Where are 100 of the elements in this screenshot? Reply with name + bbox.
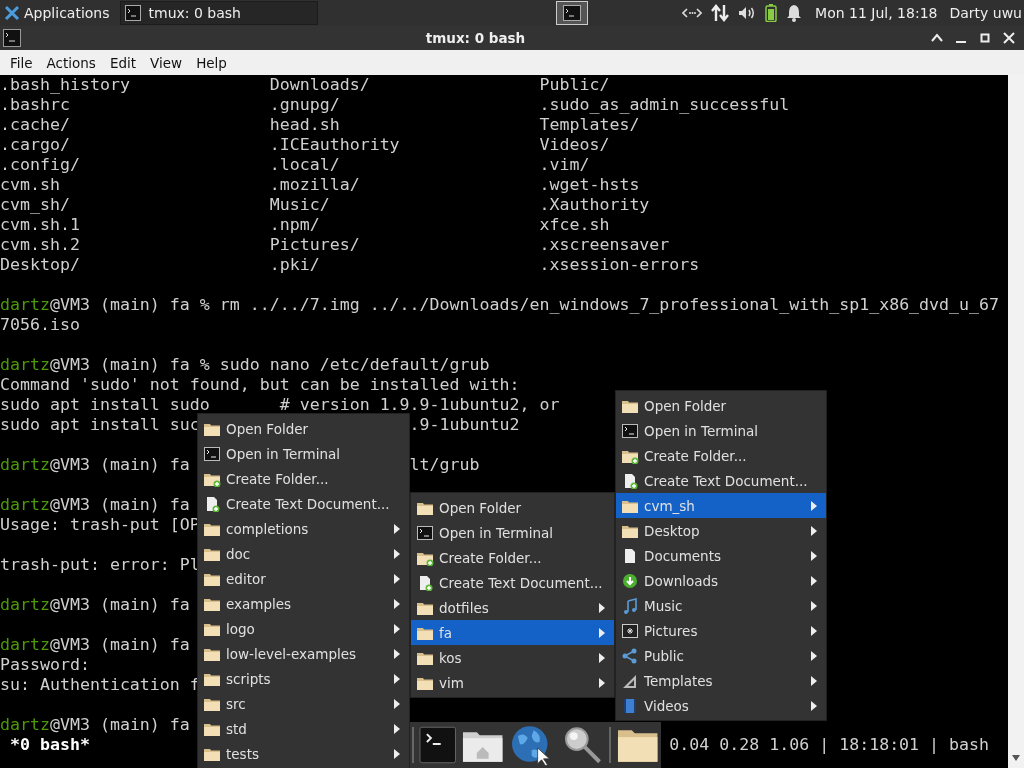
menu-item[interactable]: scripts bbox=[198, 666, 409, 691]
battery-icon[interactable] bbox=[765, 4, 778, 22]
file-name: Public/ bbox=[539, 75, 610, 95]
menu-item[interactable]: Create Text Document... bbox=[198, 491, 409, 516]
terminal-line: 7056.iso bbox=[0, 315, 80, 335]
volume-icon[interactable] bbox=[738, 5, 757, 21]
menu-item[interactable]: doc bbox=[198, 541, 409, 566]
menu-item[interactable]: Edit bbox=[103, 54, 143, 71]
user-name[interactable]: Darty uwu bbox=[949, 5, 1022, 21]
menu-item[interactable]: Open in Terminal bbox=[411, 520, 614, 545]
tmux-status: 0.04 0.28 1.06 | 18:18:01 | bash bbox=[669, 735, 990, 755]
menu-item[interactable]: Public bbox=[616, 643, 826, 668]
scrollbar[interactable] bbox=[1008, 75, 1024, 768]
file-name: .Xauthority bbox=[539, 195, 650, 215]
file-name: .bashrc bbox=[0, 95, 70, 115]
terminal-icon bbox=[562, 5, 581, 21]
maximize-button[interactable] bbox=[978, 31, 992, 45]
menu-item[interactable]: tests bbox=[198, 741, 409, 766]
menu-item[interactable]: Create Folder... bbox=[198, 466, 409, 491]
menu-item[interactable]: examples bbox=[198, 591, 409, 616]
terminal-icon bbox=[203, 445, 221, 462]
file-name: .config/ bbox=[0, 155, 80, 175]
menu-item[interactable]: dotfiles bbox=[411, 595, 614, 620]
menu-item[interactable]: Documents bbox=[616, 543, 826, 568]
file-name: .cargo/ bbox=[0, 135, 70, 155]
file-name: .wget-hsts bbox=[539, 175, 640, 195]
menu-item[interactable]: std bbox=[198, 716, 409, 741]
transfer-arrows-icon[interactable] bbox=[711, 4, 730, 22]
tmux-window-name: *0 bash* bbox=[9, 735, 90, 755]
menu-item[interactable]: File bbox=[4, 54, 39, 71]
file-name: .gnupg/ bbox=[269, 95, 340, 115]
terminal-line: lt/grub bbox=[409, 455, 480, 475]
scroll-down-icon[interactable] bbox=[1011, 754, 1021, 762]
terminal-line: Password: bbox=[0, 655, 90, 675]
file-name: Videos/ bbox=[539, 135, 610, 155]
window-title: tmux: 0 bash bbox=[424, 30, 527, 46]
menu-item[interactable]: View bbox=[144, 54, 189, 71]
menu-item[interactable]: low-level-examples bbox=[198, 641, 409, 666]
terminal-icon bbox=[3, 29, 21, 47]
file-name: Templates/ bbox=[539, 115, 640, 135]
terminal-line: .9-1ubuntu2 bbox=[409, 415, 520, 435]
menu-item[interactable]: Pictures bbox=[616, 618, 826, 643]
menu-item[interactable]: Create Text Document... bbox=[616, 468, 826, 493]
file-name: .xscreensaver bbox=[539, 235, 670, 255]
menu-item[interactable]: Help bbox=[190, 54, 233, 71]
terminal-icon[interactable] bbox=[418, 726, 457, 764]
search-icon[interactable] bbox=[562, 725, 604, 765]
menu-item[interactable]: Create Folder... bbox=[411, 545, 614, 570]
file-name: .xsession-errors bbox=[539, 255, 700, 275]
menu-item[interactable]: Create Text Document... bbox=[411, 570, 614, 595]
file-name: .mozilla/ bbox=[269, 175, 360, 195]
menu-item[interactable]: Open Folder bbox=[411, 495, 614, 520]
terminal-icon bbox=[621, 422, 639, 439]
menu-item[interactable]: Open Folder bbox=[198, 416, 409, 441]
menu-item[interactable]: Open in Terminal bbox=[198, 441, 409, 466]
file-name: cvm.sh.2 bbox=[0, 235, 80, 255]
menu-item[interactable]: editor bbox=[198, 566, 409, 591]
menu-item[interactable]: completions bbox=[198, 516, 409, 541]
terminal-line: dartz@VM3 (main) fa bbox=[0, 715, 190, 735]
menu-item[interactable]: Desktop bbox=[616, 518, 826, 543]
menu-item[interactable]: src bbox=[198, 691, 409, 716]
file-name: .npm/ bbox=[269, 215, 320, 235]
clock[interactable]: Mon 11 Jul, 18:18 bbox=[815, 5, 938, 21]
file-name: .ICEauthority bbox=[269, 135, 400, 155]
workspace-switcher[interactable] bbox=[555, 1, 588, 25]
download-icon bbox=[621, 572, 639, 589]
menu-item[interactable]: Open Folder bbox=[616, 393, 826, 418]
menu-item[interactable]: kos bbox=[411, 645, 614, 670]
film-icon bbox=[621, 697, 639, 714]
menu-item[interactable]: Open in Terminal bbox=[616, 418, 826, 443]
menu-item[interactable]: Downloads bbox=[616, 568, 826, 593]
menu-item[interactable]: Actions bbox=[40, 54, 102, 71]
file-name: cvm_sh/ bbox=[0, 195, 70, 215]
terminal-line: dartz@VM3 (main) fa % rm ../../7.img ../../Downloads/en_windows_7_professional_with_sp1_x86_dvd_u_67 bbox=[0, 295, 1000, 315]
menu-item[interactable]: fa bbox=[411, 620, 614, 645]
menu-item[interactable]: vim bbox=[411, 670, 614, 695]
file-name: .sudo_as_admin_successful bbox=[539, 95, 790, 115]
menu-item[interactable]: Templates bbox=[616, 668, 826, 693]
terminal-line: Command 'sudo' not found, but can be installed with: bbox=[0, 375, 520, 395]
file-name: Downloads/ bbox=[269, 75, 370, 95]
file-name: .vim/ bbox=[539, 155, 590, 175]
menu-item[interactable]: Music bbox=[616, 593, 826, 618]
file-name: cvm.sh.1 bbox=[0, 215, 80, 235]
bell-icon[interactable] bbox=[786, 4, 803, 22]
close-button[interactable] bbox=[1002, 31, 1016, 45]
file-name: .cache/ bbox=[0, 115, 70, 135]
terminal-line: dartz@VM3 (main) fa bbox=[0, 595, 190, 615]
file-name: Desktop/ bbox=[0, 255, 80, 275]
menu-item[interactable]: logo bbox=[198, 616, 409, 641]
menu-item[interactable]: Videos bbox=[616, 693, 826, 718]
network-icon[interactable] bbox=[682, 6, 703, 20]
menu-item[interactable]: Create Folder... bbox=[616, 443, 826, 468]
xfce-x-icon bbox=[4, 5, 20, 21]
taskbar-button[interactable]: tmux: 0 bash bbox=[119, 1, 318, 25]
file-name: head.sh bbox=[269, 115, 340, 135]
applications-menu[interactable]: Applications bbox=[0, 0, 114, 26]
terminal-line: dartz@VM3 (main) fa % sudo nano /etc/default/grub bbox=[0, 355, 490, 375]
terminal-icon bbox=[124, 5, 141, 21]
file-name: Pictures/ bbox=[269, 235, 360, 255]
menu-item[interactable]: cvm_sh bbox=[616, 493, 826, 518]
